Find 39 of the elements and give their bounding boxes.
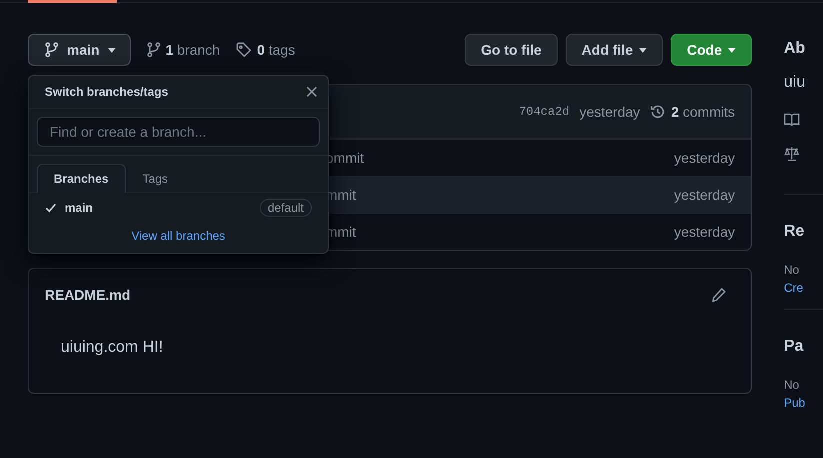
caret-icon xyxy=(639,48,648,52)
commit-time: yesterday xyxy=(580,104,640,120)
toolbar-button[interactable]: Go to file xyxy=(465,34,558,66)
row-time: yesterday xyxy=(674,224,736,240)
sidebar-heading: Ab xyxy=(784,40,806,58)
view-all-link[interactable]: View all branches xyxy=(29,223,328,253)
caret-icon xyxy=(108,48,116,52)
toolbar-button[interactable]: Add file xyxy=(566,34,664,66)
branch-button[interactable]: main xyxy=(28,34,131,66)
branch-count-link[interactable]: 1 branch xyxy=(166,42,220,58)
branch-search-field[interactable]: Find or create a branch... xyxy=(37,117,320,147)
commit-sha[interactable]: 704ca2d xyxy=(519,104,570,118)
sidebar-link[interactable]: Cre xyxy=(784,281,823,295)
row-time: yesterday xyxy=(674,187,736,203)
branch-icon xyxy=(146,42,161,58)
commits-link[interactable]: 2 commits xyxy=(671,104,736,120)
sidebar-heading: Pa xyxy=(784,338,805,356)
dropdown-tab[interactable]: Branches xyxy=(37,164,126,193)
row-time: yesterday xyxy=(674,150,736,166)
sidebar-heading: Re xyxy=(784,223,806,241)
pencil-icon[interactable] xyxy=(711,287,728,303)
sidebar-note: No xyxy=(784,378,800,392)
sidebar-link[interactable]: Pub xyxy=(784,396,823,410)
caret-icon xyxy=(728,48,736,52)
dropdown-title: Switch branches/tags xyxy=(45,85,168,99)
default-badge: default xyxy=(260,199,312,217)
tag-icon xyxy=(236,42,252,58)
sidebar-note: No xyxy=(784,263,800,277)
close-button[interactable] xyxy=(306,86,318,98)
history-icon xyxy=(650,104,666,120)
toolbar-button[interactable]: Code xyxy=(671,34,752,66)
branch-name: main xyxy=(65,201,94,215)
readme-text: uiuing.com HI! xyxy=(61,339,164,357)
scale-icon xyxy=(784,146,800,162)
book-icon xyxy=(784,112,800,128)
readme-title: README.md xyxy=(45,287,131,303)
branch-icon xyxy=(45,42,59,58)
tag-count-link[interactable]: 0 tags xyxy=(257,42,296,58)
sidebar-text: uiu xyxy=(784,74,806,92)
